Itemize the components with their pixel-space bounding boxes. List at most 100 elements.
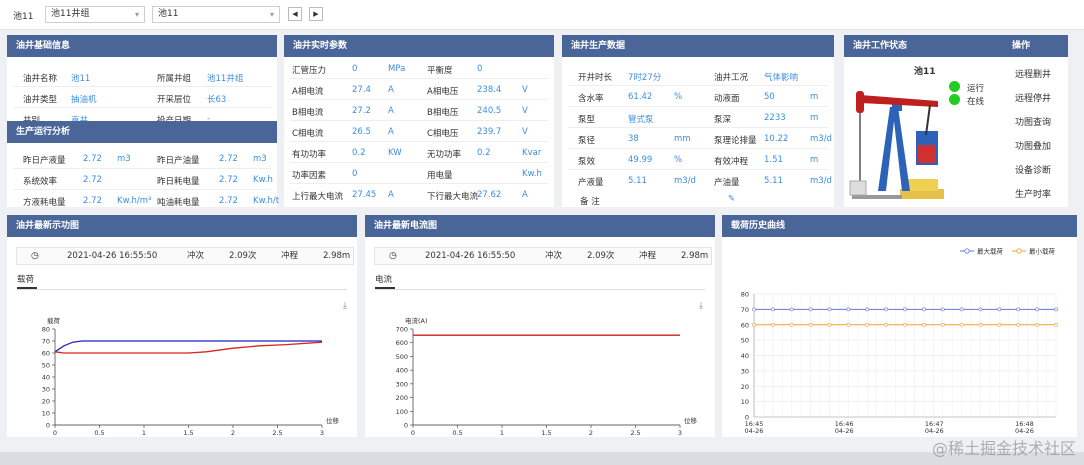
field-label: 方液耗电量 (23, 198, 66, 208)
load-history-chart: 最大载荷 最小载荷0102030405060708016:4504-2616:46… (741, 247, 1058, 435)
field-unit: V (522, 106, 528, 116)
x-tick-label: 0 (53, 429, 57, 437)
x-tick-label: 2 (589, 429, 593, 437)
field-label: 产油量 (714, 178, 740, 188)
basic-info-panel: 油井基础信息 油井名称池11所属井组池11井组油井类型抽油机开采层位长63井别直… (7, 35, 277, 126)
realtime-params-title: 油井实时参数 (284, 35, 554, 57)
series-point (921, 322, 926, 327)
x-tick-label: 0.5 (94, 429, 104, 437)
series-point (1016, 322, 1021, 327)
bottom-scrollbar[interactable] (0, 452, 1084, 465)
series-point (903, 307, 907, 312)
field-value: 5.11 (628, 176, 647, 186)
series-point (846, 307, 851, 312)
x-tick-label: 2.5 (272, 429, 282, 437)
dynamometer-title: 油井最新示功图 (7, 215, 357, 237)
field-unit: A (388, 85, 394, 95)
y-tick-label: 0 (46, 422, 50, 430)
y-tick-label: 20 (42, 398, 50, 406)
next-well-button[interactable]: ▶ (309, 7, 323, 21)
tab-load[interactable]: 载荷 (17, 273, 34, 285)
field-unit: Kw.h (522, 169, 542, 179)
field-unit: MPa (388, 64, 406, 74)
operation-button[interactable]: 生产时率 (1002, 184, 1064, 206)
download-icon[interactable]: ⤓ (343, 301, 347, 311)
x-tick-label: 2 (231, 429, 235, 437)
dynamometer-info-bar: ◷ 2021-04-26 16:55:50 冲次 2.09次 冲程 2.98m (16, 247, 354, 265)
field-value: 1.51 (764, 155, 783, 165)
y-axis-label: 载荷 (47, 316, 61, 325)
field-value: 池11 (71, 74, 91, 84)
operation-button[interactable]: 设备诊断 (1002, 160, 1064, 182)
field-label: 所属井组 (157, 74, 192, 84)
operation-button[interactable]: 功图查询 (1002, 112, 1064, 134)
field-label: A相电压 (427, 87, 459, 97)
field-unit: Kw.h (253, 175, 273, 185)
edit-icon[interactable]: ✎ (728, 194, 735, 204)
field-label: 昨日产液量 (23, 156, 66, 166)
field-unit: % (674, 155, 683, 165)
x-tick-label: 0 (411, 429, 415, 437)
field-unit: V (522, 127, 528, 137)
field-value: 50 (764, 92, 775, 102)
y-tick-label: 30 (741, 367, 749, 375)
tab-divider (17, 289, 347, 290)
field-label: 昨日耗电量 (157, 177, 200, 187)
y-tick-label: 10 (42, 410, 50, 418)
field-value: 2.72 (219, 154, 238, 164)
series-point (789, 322, 794, 327)
current-chart: 电流(A) 0 100 200 300 400 500 600 700 0 0.5 1 1.5 2 2.5 3… (396, 316, 698, 437)
dynamometer-time: 2021-04-26 16:55:50 (67, 251, 158, 261)
series-point (1016, 307, 1021, 312)
series-point (884, 322, 889, 327)
field-unit: A (388, 127, 394, 137)
basic-info-title: 油井基础信息 (7, 35, 277, 57)
online-label: 在线 (967, 97, 985, 107)
tab-current[interactable]: 电流 (375, 273, 392, 285)
y-tick-label: 200 (396, 394, 408, 402)
x-axis-label: 位移 (326, 416, 340, 425)
prev-well-button[interactable]: ◀ (288, 7, 302, 21)
well-select[interactable]: 池11 ▾ (152, 6, 280, 23)
dynamometer-panel: 油井最新示功图 ◷ 2021-04-26 16:55:50 冲次 2.09次 冲… (7, 215, 357, 437)
well-group-select[interactable]: 池11井组 ▾ (45, 6, 145, 23)
field-label: 无功功率 (427, 150, 462, 160)
y-tick-label: 0 (404, 422, 408, 430)
row-divider (568, 169, 828, 170)
field-value: 2.72 (219, 196, 238, 206)
operation-button[interactable]: 远程停井 (1002, 88, 1064, 110)
field-value: 2.72 (219, 175, 238, 185)
field-label: 油井名称 (23, 74, 58, 84)
well-select-value: 池11 (158, 9, 179, 19)
x-tick-label: 0.5 (452, 429, 462, 437)
field-value: 10.22 (764, 134, 789, 144)
stroke-rate-value: 2.09次 (587, 251, 615, 261)
field-value: 气体影响 (764, 73, 799, 83)
y-tick-label: 50 (741, 337, 749, 345)
field-value: 238.4 (477, 85, 502, 95)
field-label: 油井工况 (714, 73, 749, 83)
series-point (770, 322, 775, 327)
field-unit: % (674, 92, 683, 102)
online-indicator (949, 94, 960, 105)
field-value: 27.2 (352, 106, 371, 116)
row-divider (13, 189, 271, 190)
field-label: 吨油耗电量 (157, 198, 200, 208)
y-tick-label: 60 (741, 321, 749, 329)
series-line (54, 341, 323, 354)
field-value: 61.42 (628, 92, 653, 102)
y-tick-label: 50 (42, 362, 50, 370)
field-value: 240.5 (477, 106, 502, 116)
operation-button[interactable]: 远程删井 (1002, 64, 1064, 86)
field-value: 27.4 (352, 85, 371, 95)
field-label: 泵径 (578, 136, 596, 146)
operations-panel: 操作 远程删井 远程停井 功图查询 功图叠加 设备诊断 生产时率 (1002, 35, 1068, 207)
field-label: 油井类型 (23, 95, 58, 105)
row-divider (568, 85, 828, 86)
field-unit: Kvar (522, 148, 542, 158)
series-point (808, 322, 813, 327)
y-tick-label: 40 (741, 352, 749, 360)
y-tick-label: 80 (741, 291, 749, 299)
operation-button[interactable]: 功图叠加 (1002, 136, 1064, 158)
download-icon[interactable]: ⤓ (699, 301, 703, 311)
